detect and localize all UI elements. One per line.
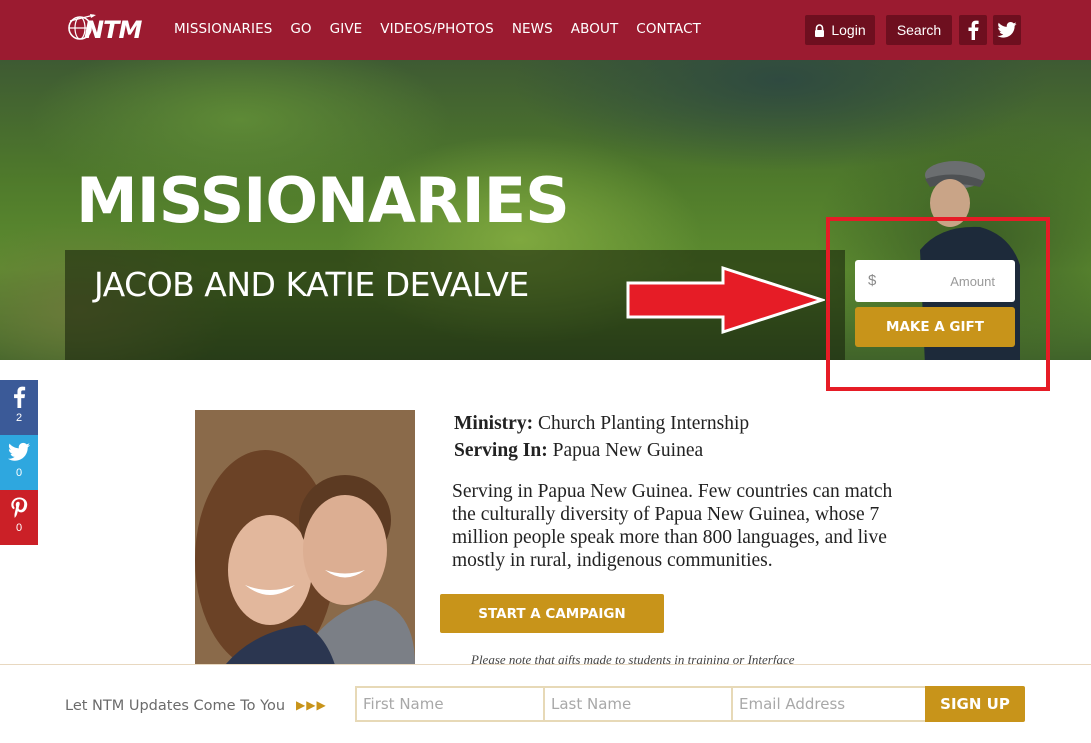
nav-about[interactable]: ABOUT xyxy=(571,21,619,37)
twitter-icon xyxy=(8,442,30,461)
ministry-line: Ministry: Church Planting Internship xyxy=(454,410,904,437)
search-label: Search xyxy=(896,22,942,38)
nav-contact[interactable]: CONTACT xyxy=(636,21,701,37)
search-button[interactable]: Search xyxy=(886,15,952,45)
red-arrow-icon xyxy=(626,265,825,335)
amount-placeholder: Amount xyxy=(950,274,995,289)
logo-text: NTM xyxy=(84,16,142,44)
missionary-info: Ministry: Church Planting Internship Ser… xyxy=(454,410,904,464)
nav-go[interactable]: GO xyxy=(290,21,311,37)
page-title: MISSIONARIES xyxy=(76,164,570,237)
site-header: NTM MISSIONARIES GO GIVE VIDEOS/PHOTOS N… xyxy=(0,0,1091,60)
ntm-logo[interactable]: NTM xyxy=(66,12,146,48)
serving-label: Serving In: xyxy=(454,440,548,461)
nav-news[interactable]: NEWS xyxy=(512,21,553,37)
facebook-share-count: 2 xyxy=(15,412,23,424)
arrows-icon: ▶▶▶ xyxy=(296,698,327,712)
gift-highlight-box xyxy=(826,217,1050,391)
login-button[interactable]: Login xyxy=(805,15,875,45)
share-pinterest-button[interactable]: 0 xyxy=(0,490,38,545)
missionary-photo xyxy=(195,410,415,665)
nav-videos-photos[interactable]: VIDEOS/PHOTOS xyxy=(380,21,494,37)
ministry-label: Ministry: xyxy=(454,413,534,434)
nav-give[interactable]: GIVE xyxy=(330,21,363,37)
newsletter-label: Let NTM Updates Come To You xyxy=(65,698,286,714)
share-facebook-button[interactable]: 2 xyxy=(0,380,38,435)
twitter-button[interactable] xyxy=(993,15,1021,45)
first-name-input[interactable]: First Name xyxy=(355,686,545,722)
pinterest-share-count: 0 xyxy=(15,522,23,534)
last-name-input[interactable]: Last Name xyxy=(543,686,733,722)
make-a-gift-button[interactable]: MAKE A GIFT xyxy=(855,307,1015,347)
gift-amount-input[interactable]: $ Amount xyxy=(855,260,1015,302)
ministry-value: Church Planting Internship xyxy=(537,413,750,434)
dollar-sign: $ xyxy=(868,272,877,289)
nav-missionaries[interactable]: MISSIONARIES xyxy=(174,21,272,37)
main-nav: MISSIONARIES GO GIVE VIDEOS/PHOTOS NEWS … xyxy=(174,21,719,37)
login-label: Login xyxy=(831,22,866,38)
missionary-name: JACOB AND KATIE DEVALVE xyxy=(94,265,529,304)
serving-line: Serving In: Papua New Guinea xyxy=(454,437,904,464)
serving-value: Papua New Guinea xyxy=(552,440,704,461)
twitter-icon xyxy=(997,22,1017,38)
facebook-icon xyxy=(968,20,979,40)
lock-icon xyxy=(815,23,825,37)
email-input[interactable]: Email Address xyxy=(731,686,927,722)
pinterest-icon xyxy=(11,497,28,518)
missionary-description: Serving in Papua New Guinea. Few countri… xyxy=(452,481,893,571)
twitter-share-count: 0 xyxy=(15,467,23,479)
sign-up-button[interactable]: SIGN UP xyxy=(925,686,1025,722)
facebook-icon xyxy=(14,386,26,408)
share-twitter-button[interactable]: 0 xyxy=(0,435,38,490)
couple-photo-image xyxy=(195,410,415,665)
facebook-button[interactable] xyxy=(959,15,987,45)
start-campaign-button[interactable]: START A CAMPAIGN xyxy=(440,594,664,633)
